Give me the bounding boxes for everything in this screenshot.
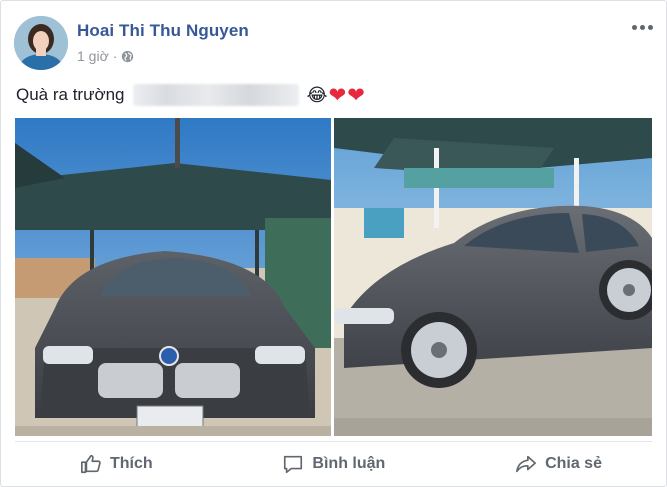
globe-icon[interactable] [121, 50, 134, 63]
post-text: Quà ra trường 😂 ❤ ❤ [16, 84, 365, 106]
comment-label: Bình luận [312, 454, 386, 472]
post-photos [15, 118, 652, 436]
photo-car-side[interactable] [334, 118, 652, 436]
meta-separator: · [112, 48, 118, 64]
facebook-post-card: Hoai Thi Thu Nguyen 1 giờ · Quà ra trườn… [0, 0, 667, 487]
post-meta: 1 giờ · [77, 48, 134, 64]
like-button[interactable]: Thích [80, 453, 153, 475]
post-action-bar: Thích Bình luận Chia sẻ [15, 441, 652, 485]
heart-emoji-icon: ❤ [328, 83, 347, 107]
share-label: Chia sẻ [545, 454, 602, 472]
laughing-emoji-icon: 😂 [306, 85, 328, 105]
heart-emoji-icon: ❤ [347, 83, 365, 107]
share-button[interactable]: Chia sẻ [515, 453, 602, 475]
post-emojis: 😂 ❤ ❤ [307, 85, 365, 106]
author-name[interactable]: Hoai Thi Thu Nguyen [77, 21, 249, 41]
post-timestamp[interactable]: 1 giờ [77, 48, 109, 64]
like-label: Thích [110, 454, 153, 472]
comment-icon [282, 453, 304, 475]
thumbs-up-icon [80, 453, 102, 475]
post-caption: Quà ra trường [16, 85, 125, 104]
share-icon [515, 453, 537, 475]
more-options-icon[interactable] [630, 19, 654, 35]
comment-button[interactable]: Bình luận [282, 453, 385, 475]
blurred-tag [132, 84, 299, 106]
author-avatar[interactable] [14, 16, 68, 70]
photo-car-front[interactable] [15, 118, 331, 436]
